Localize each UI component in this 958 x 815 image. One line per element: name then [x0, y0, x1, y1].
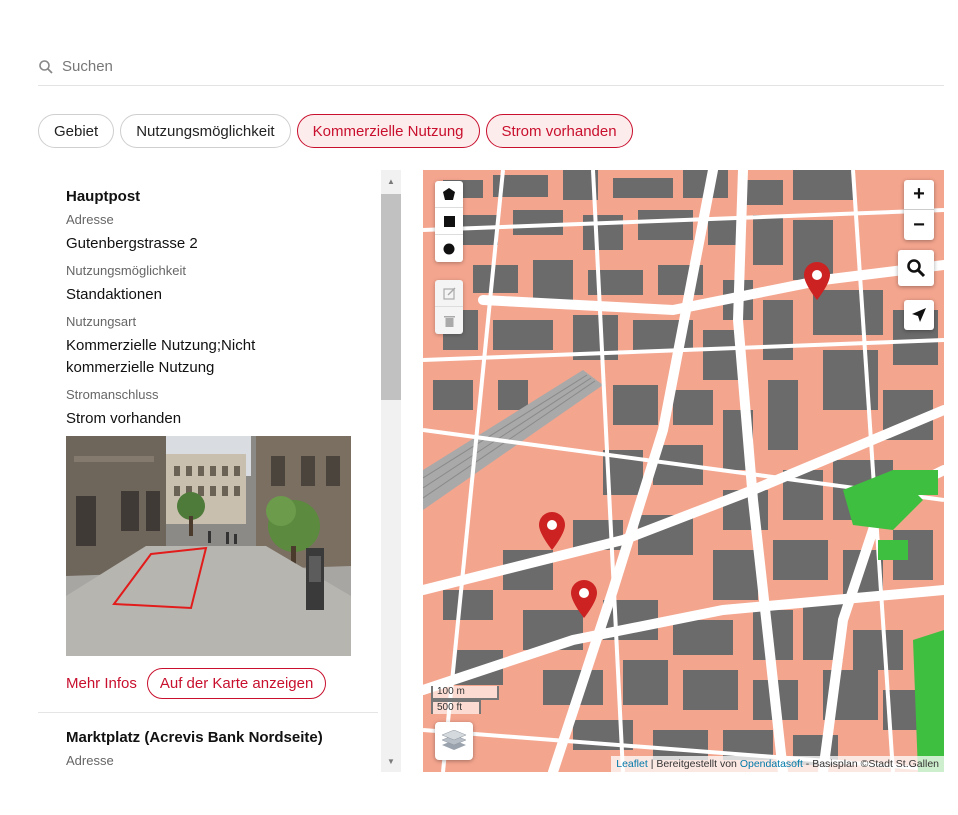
filter-chip-kommerzielle-nutzung[interactable]: Kommerzielle Nutzung	[296, 114, 480, 148]
list-item: Hauptpost Adresse Gutenbergstrasse 2 Nut…	[38, 170, 378, 712]
edit-layers-icon[interactable]	[435, 280, 463, 307]
scrollbar-thumb[interactable]	[381, 194, 401, 400]
marker-icon	[804, 262, 830, 300]
item-title: Marktplatz (Acrevis Bank Nordseite)	[66, 729, 323, 746]
draw-circle-icon[interactable]	[435, 235, 463, 262]
map-tiles	[423, 170, 944, 772]
more-info-link[interactable]: Mehr Infos	[66, 675, 137, 692]
type-value: Kommerzielle Nutzung;Nicht kommerzielle …	[66, 335, 350, 379]
locate-button[interactable]	[904, 300, 934, 330]
results-list[interactable]: Hauptpost Adresse Gutenbergstrasse 2 Nut…	[38, 170, 401, 772]
layers-button[interactable]	[435, 722, 473, 760]
search-icon	[38, 59, 54, 75]
list-scrollbar[interactable]: ▲ ▼	[381, 170, 401, 772]
attribution-text: | Bereitgestellt von	[647, 758, 740, 770]
leaflet-link[interactable]: Leaflet	[616, 758, 648, 770]
address-value: Gutenbergstrasse 2	[66, 235, 198, 252]
filter-chip-gebiet[interactable]: Gebiet	[38, 114, 115, 148]
zoom-in-button[interactable]: +	[904, 180, 934, 210]
scale-metric: 100 m	[431, 686, 499, 700]
location-photo	[66, 436, 351, 656]
map-marker[interactable]	[539, 512, 565, 550]
delete-layers-icon[interactable]	[435, 307, 463, 334]
address-label: Adresse	[66, 753, 114, 768]
usage-value: Standaktionen	[66, 286, 162, 303]
draw-toolbar	[435, 181, 463, 262]
search-icon	[907, 259, 926, 278]
item-actions: Mehr Infos Auf der Karte anzeigen	[66, 668, 350, 712]
zoom-out-button[interactable]: −	[904, 210, 934, 240]
search-input[interactable]	[62, 58, 462, 75]
location-arrow-icon	[912, 308, 926, 322]
filter-chip-strom-vorhanden[interactable]: Strom vorhanden	[485, 114, 633, 148]
map-search-button[interactable]	[898, 250, 934, 286]
list-item: Marktplatz (Acrevis Bank Nordseite) Adre…	[38, 713, 378, 768]
map-marker[interactable]	[571, 580, 597, 618]
scroll-down-icon[interactable]: ▼	[381, 754, 401, 768]
marker-icon	[571, 580, 597, 618]
draw-polygon-icon[interactable]	[435, 181, 463, 208]
usage-label: Nutzungsmöglichkeit	[66, 263, 186, 278]
map-attribution: Leaflet | Bereitgestellt von Opendatasof…	[611, 756, 944, 772]
filter-chip-nutzungsmoeglichkeit[interactable]: Nutzungsmöglichkeit	[120, 114, 291, 148]
power-label: Stromanschluss	[66, 387, 159, 402]
item-title: Hauptpost	[66, 188, 141, 205]
marker-icon	[539, 512, 565, 550]
type-value-line2: kommerzielle Nutzung	[66, 359, 215, 376]
map[interactable]: + − 100 m 500 ft Leaflet | Bereitgestell…	[423, 170, 944, 772]
opendatasoft-link[interactable]: Opendatasoft	[740, 758, 803, 770]
filter-bar: Gebiet Nutzungsmöglichkeit Kommerzielle …	[38, 114, 633, 148]
attribution-basisplan: - Basisplan ©Stadt St.Gallen	[802, 758, 939, 770]
power-value: Strom vorhanden	[66, 410, 182, 427]
scale-imperial: 500 ft	[431, 700, 481, 714]
map-marker[interactable]	[804, 262, 830, 300]
address-label: Adresse	[66, 212, 114, 227]
edit-toolbar	[435, 280, 463, 334]
layers-icon	[442, 730, 466, 750]
scroll-up-icon[interactable]: ▲	[381, 174, 401, 188]
search-bar[interactable]	[38, 48, 944, 86]
type-value-line1: Kommerzielle Nutzung;Nicht	[66, 337, 256, 354]
type-label: Nutzungsart	[66, 314, 137, 329]
zoom-control: + −	[904, 180, 934, 240]
show-on-map-button[interactable]: Auf der Karte anzeigen	[146, 668, 327, 699]
draw-rectangle-icon[interactable]	[435, 208, 463, 235]
map-scale: 100 m 500 ft	[431, 686, 499, 714]
